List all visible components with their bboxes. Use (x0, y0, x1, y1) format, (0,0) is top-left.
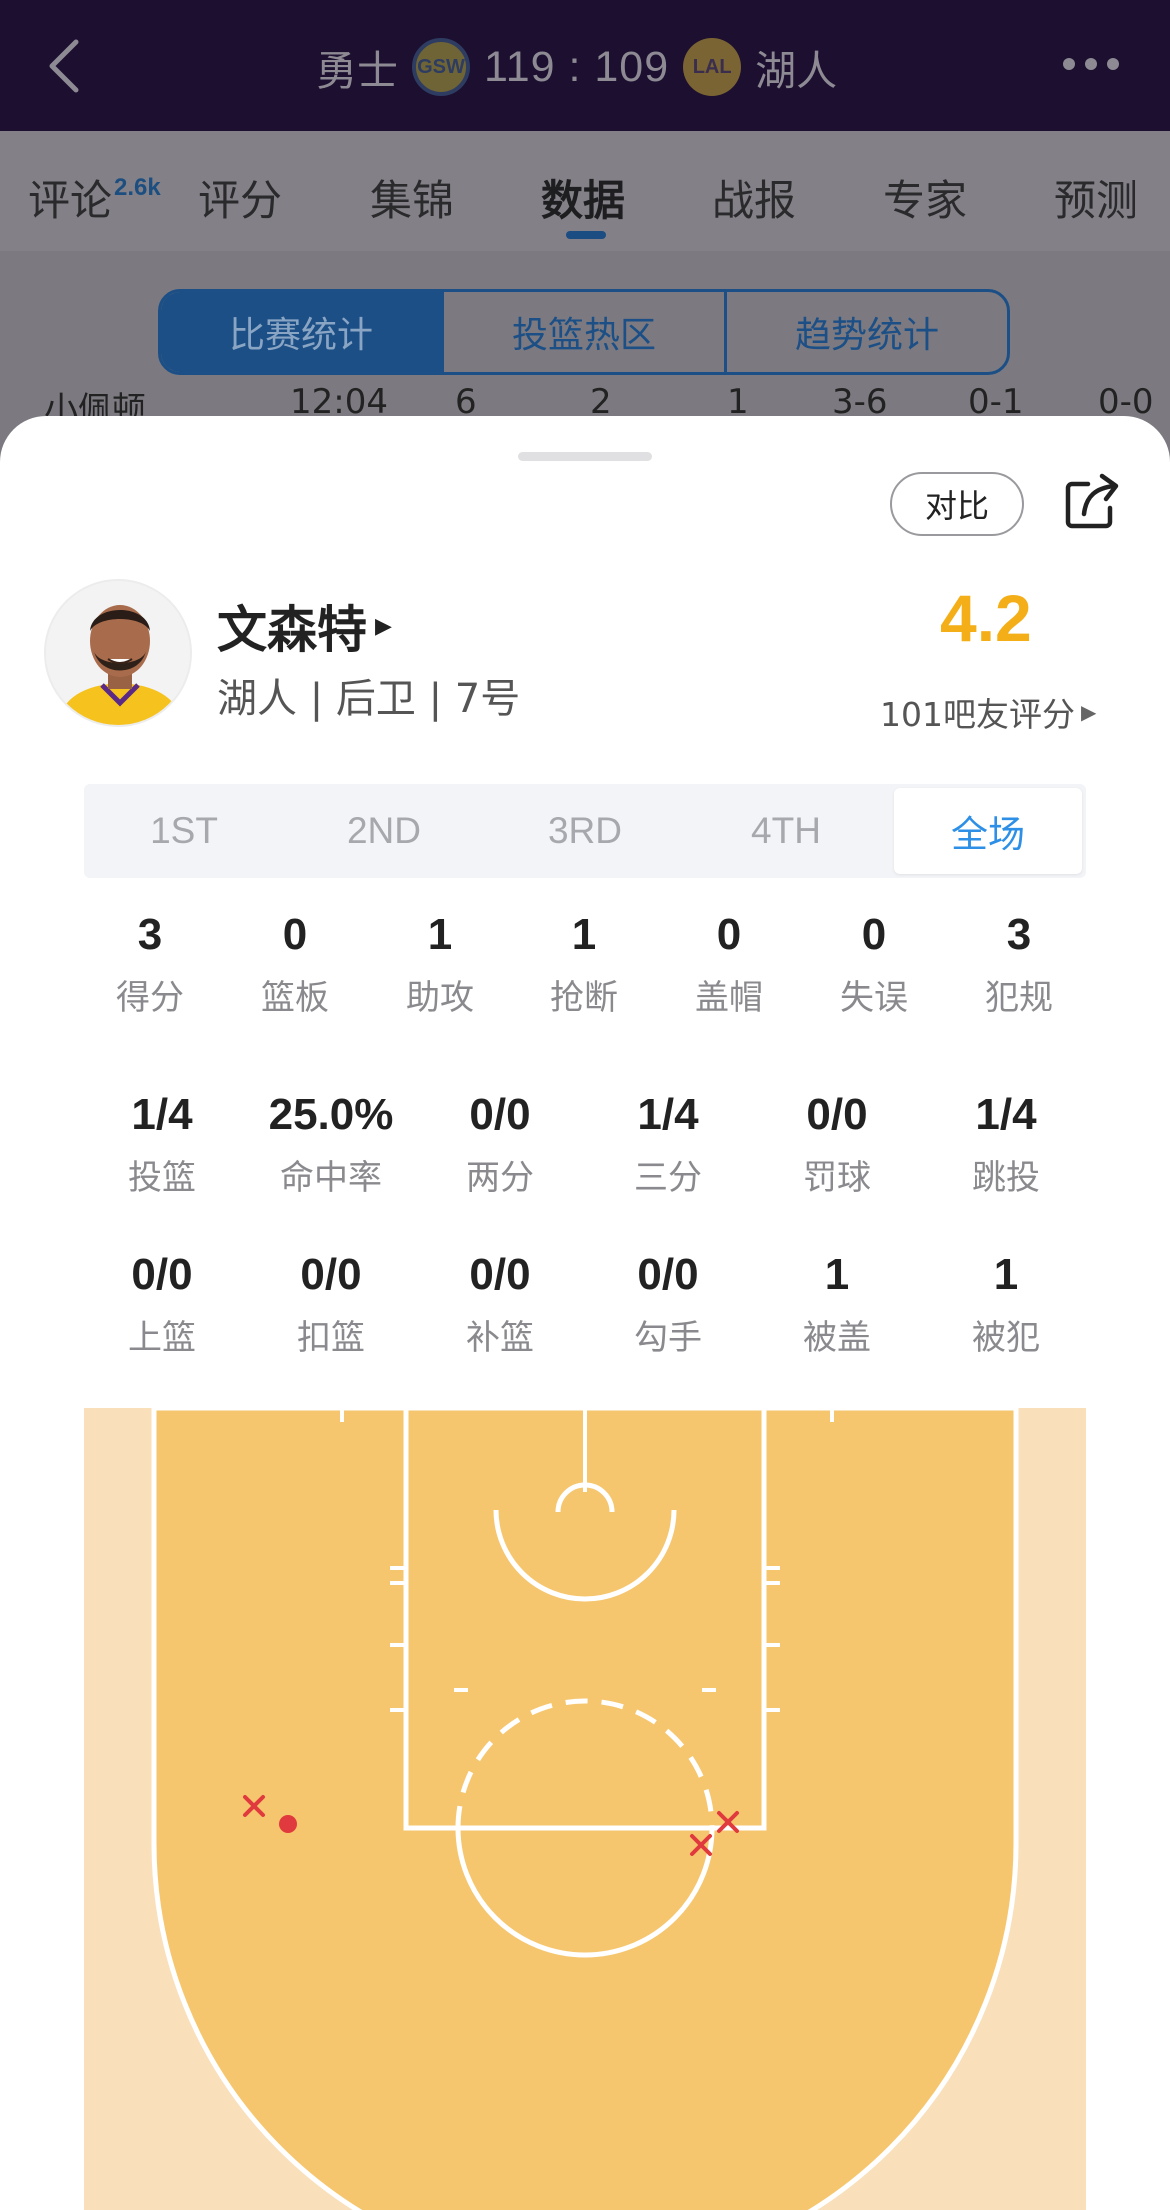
stat-dunks: 0/0 扣篮 (297, 1250, 365, 1358)
comment-count-badge: 2.6k (114, 174, 161, 201)
table-cell: 小佩顿 (44, 390, 146, 420)
partially-hidden-table-row: 小佩顿 12:04 6 2 1 3-6 0-1 0-0 (0, 380, 1170, 420)
stat-blocked: 1 被盖 (803, 1250, 871, 1358)
tab-highlights[interactable]: 集锦 (370, 167, 454, 228)
tab-ratings[interactable]: 评分 (198, 167, 282, 228)
stat-hook-shots: 0/0 勾手 (634, 1250, 702, 1358)
table-cell: 6 (455, 382, 477, 420)
rating-count-text: 101吧友评分 (880, 695, 1075, 734)
tab-data[interactable]: 数据 (541, 167, 625, 228)
stats-segment-control: 比赛统计 投篮热区 趋势统计 (158, 289, 1010, 375)
stat-three-pointers: 1/4 三分 (634, 1090, 702, 1198)
table-cell: 3-6 (832, 382, 888, 420)
stat-layups: 0/0 上篮 (128, 1250, 196, 1358)
chevron-right-icon: ▶ (375, 613, 392, 639)
stat-fouls: 3 犯规 (985, 910, 1053, 1018)
active-tab-indicator (566, 231, 606, 239)
period-selector: 1ST 2ND 3RD 4TH 全场 (84, 784, 1086, 878)
stat-two-pointers: 0/0 两分 (466, 1090, 534, 1198)
stat-rebounds: 0 篮板 (261, 910, 329, 1018)
tab-experts[interactable]: 专家 (883, 167, 967, 228)
tab-comments[interactable]: 评论2.6k (28, 167, 161, 228)
rating-count-link[interactable]: 101吧友评分 ▶ (880, 688, 1096, 736)
stat-blocks: 0 盖帽 (695, 910, 763, 1018)
stat-fouled: 1 被犯 (972, 1250, 1040, 1358)
content-tabs: 评论2.6k 评分 集锦 数据 战报 专家 预测 (0, 131, 1170, 251)
table-cell: 0-0 (1098, 382, 1154, 420)
player-team-position: 湖人 | 后卫 | 7号 (217, 676, 521, 722)
stat-points: 3 得分 (116, 910, 184, 1018)
away-team-name: 湖人 (755, 47, 838, 95)
period-1st[interactable]: 1ST (84, 784, 284, 878)
table-cell: 12:04 (290, 382, 388, 420)
stat-fg-percentage: 25.0% 命中率 (268, 1090, 394, 1198)
period-3rd[interactable]: 3RD (484, 784, 686, 878)
player-name[interactable]: 文森特 ▶ (217, 590, 392, 662)
stat-turnovers: 0 失误 (840, 910, 908, 1018)
game-header: 勇士 GSW 119 : 109 LAL 湖人 (0, 0, 1170, 131)
player-rating-value: 4.2 (940, 581, 1032, 655)
table-cell: 2 (590, 382, 612, 420)
back-arrow-icon[interactable] (44, 36, 84, 96)
segment-game-stats[interactable]: 比赛统计 (161, 292, 444, 372)
stat-jump-shots: 1/4 跳投 (972, 1090, 1040, 1198)
tab-predictions[interactable]: 预测 (1054, 167, 1138, 228)
more-options-icon[interactable] (1063, 58, 1119, 70)
stat-free-throws: 0/0 罚球 (803, 1090, 871, 1198)
share-icon[interactable] (1064, 472, 1122, 532)
table-cell: 1 (727, 382, 749, 420)
chevron-right-icon: ▶ (1081, 700, 1097, 724)
stat-putbacks: 0/0 补篮 (466, 1250, 534, 1358)
stat-field-goals: 1/4 投篮 (128, 1090, 196, 1198)
sheet-drag-handle[interactable] (518, 452, 652, 461)
period-4th[interactable]: 4TH (686, 784, 886, 878)
segment-shot-chart[interactable]: 投篮热区 (444, 292, 727, 372)
shot-chart-court (84, 1408, 1086, 2210)
player-avatar (44, 579, 192, 727)
stat-assists: 1 助攻 (406, 910, 474, 1018)
game-score: 119 : 109 (484, 42, 670, 91)
segment-trend-stats[interactable]: 趋势统计 (727, 292, 1007, 372)
period-2nd[interactable]: 2ND (284, 784, 484, 878)
compare-button[interactable]: 对比 (890, 472, 1024, 536)
tab-report[interactable]: 战报 (712, 167, 796, 228)
away-team-logo: LAL (683, 38, 742, 96)
table-cell: 0-1 (968, 382, 1024, 420)
home-team-logo: GSW (412, 38, 470, 96)
player-name-text: 文森特 (217, 601, 367, 659)
stat-steals: 1 抢断 (550, 910, 618, 1018)
score-line: 勇士 GSW 119 : 109 LAL 湖人 (316, 32, 837, 102)
shot-made-marker (279, 1815, 297, 1833)
player-stats-sheet: 对比 文森特 ▶ 湖人 | 后卫 | 7号 4.2 101吧友评分 ▶ 1ST … (0, 416, 1170, 2210)
period-full-game[interactable]: 全场 (894, 788, 1082, 874)
home-team-name: 勇士 (316, 47, 398, 95)
